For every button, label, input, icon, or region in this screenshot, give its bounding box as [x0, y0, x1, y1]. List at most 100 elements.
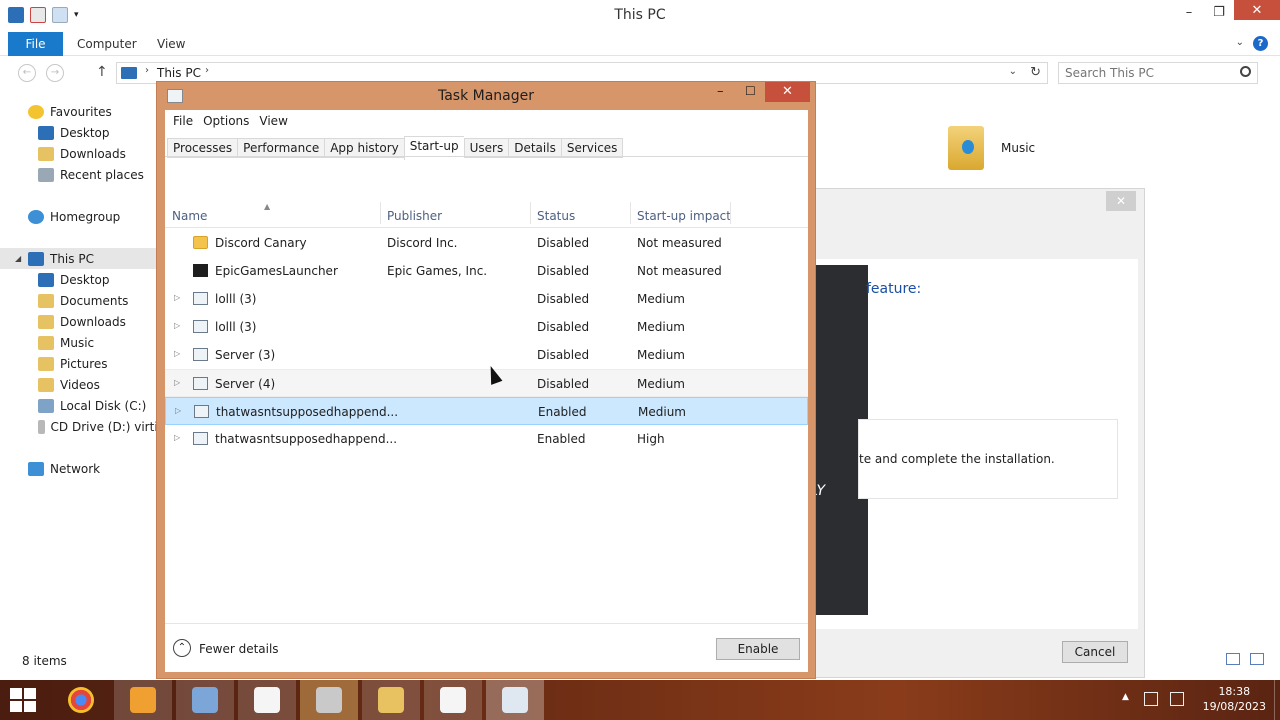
- show-hidden-icons-icon[interactable]: ▲: [1122, 692, 1129, 702]
- pictures-folder-icon: [38, 356, 54, 371]
- ribbon-tab-view[interactable]: View: [157, 37, 185, 51]
- expand-chevron-icon[interactable]: ▷: [175, 406, 181, 415]
- minimize-button[interactable]: –: [1174, 0, 1204, 24]
- explorer-title-bar: ▾ This PC – ❐ ✕: [0, 0, 1280, 31]
- large-icons-view-icon[interactable]: [1250, 653, 1264, 665]
- show-desktop-button[interactable]: [1274, 680, 1280, 720]
- enable-button[interactable]: Enable: [716, 638, 800, 660]
- nav-pc-local-disk[interactable]: Local Disk (C:): [0, 395, 165, 416]
- column-publisher[interactable]: Publisher: [387, 209, 442, 223]
- expand-chevron-icon[interactable]: ▷: [174, 321, 180, 330]
- volume-muted-icon[interactable]: [1170, 692, 1184, 706]
- ribbon-tab-computer[interactable]: Computer: [77, 37, 137, 51]
- breadcrumb-chevron-icon[interactable]: ›: [205, 65, 209, 76]
- taskbar-chrome[interactable]: [52, 680, 110, 720]
- taskbar-control-panel[interactable]: [176, 680, 234, 720]
- tm-menu-file[interactable]: File: [169, 110, 199, 132]
- column-name[interactable]: Name: [172, 209, 207, 223]
- tab-processes[interactable]: Processes: [167, 138, 238, 158]
- taskbar-installer[interactable]: [300, 680, 358, 720]
- table-row[interactable]: ▷ lolll (3) Disabled Medium: [165, 285, 808, 313]
- table-row[interactable]: ▷ thatwasntsupposedhappend... Enabled Hi…: [165, 425, 808, 453]
- collapse-triangle-icon[interactable]: ◢: [15, 254, 21, 263]
- installer-cancel-button[interactable]: Cancel: [1062, 641, 1128, 663]
- nav-fav-desktop[interactable]: Desktop: [0, 122, 165, 143]
- nav-pc-music[interactable]: Music: [0, 332, 165, 353]
- column-startup-impact[interactable]: Start-up impact: [637, 209, 731, 223]
- table-row[interactable]: ▷ lolll (3) Disabled Medium: [165, 313, 808, 341]
- maximize-button[interactable]: ❐: [1204, 0, 1234, 24]
- task-manager-window: Task Manager – ☐ ✕ File Options View Pro…: [156, 81, 816, 679]
- table-row[interactable]: EpicGamesLauncher Epic Games, Inc. Disab…: [165, 257, 808, 285]
- tab-services[interactable]: Services: [560, 138, 624, 158]
- start-button[interactable]: [10, 688, 38, 712]
- nav-fav-recent-places[interactable]: Recent places: [0, 164, 165, 185]
- discord-icon: [193, 236, 208, 249]
- taskbar-notepad-2[interactable]: [424, 680, 482, 720]
- nav-pc-documents[interactable]: Documents: [0, 290, 165, 311]
- expand-chevron-icon[interactable]: ▷: [174, 378, 180, 387]
- nav-pc-cd-drive[interactable]: CD Drive (D:) virtio: [0, 416, 165, 437]
- details-view-icon[interactable]: [1226, 653, 1240, 665]
- expand-chevron-icon[interactable]: ▷: [174, 433, 180, 442]
- tab-users[interactable]: Users: [463, 138, 509, 158]
- taskbar-task-manager[interactable]: [486, 680, 544, 720]
- search-icon[interactable]: [1240, 66, 1251, 77]
- up-button[interactable]: ↑: [96, 64, 108, 80]
- tab-details[interactable]: Details: [508, 138, 561, 158]
- network-icon[interactable]: [1144, 692, 1158, 706]
- breadcrumb-chevron-icon[interactable]: ›: [145, 65, 149, 76]
- taskbar-notepad[interactable]: [238, 680, 296, 720]
- search-box[interactable]: [1058, 62, 1258, 84]
- nav-pc-pictures[interactable]: Pictures: [0, 353, 165, 374]
- nav-pc-downloads[interactable]: Downloads: [0, 311, 165, 332]
- expand-ribbon-chevron-icon[interactable]: ⌄: [1236, 37, 1244, 48]
- nav-pc-desktop[interactable]: Desktop: [0, 269, 165, 290]
- nav-pc-videos[interactable]: Videos: [0, 374, 165, 395]
- table-row[interactable]: ▷ Server (3) Disabled Medium: [165, 341, 808, 369]
- column-divider[interactable]: [630, 202, 631, 224]
- refresh-icon[interactable]: ↻: [1030, 65, 1041, 80]
- close-button[interactable]: ✕: [1234, 0, 1280, 20]
- tab-app-history[interactable]: App history: [324, 138, 404, 158]
- tm-menu-options[interactable]: Options: [199, 110, 255, 132]
- installer-close-button[interactable]: ✕: [1106, 191, 1136, 211]
- fewer-details-link[interactable]: Fewer details: [199, 642, 279, 656]
- clock[interactable]: 18:38 19/08/2023: [1203, 684, 1266, 714]
- tm-minimize-button[interactable]: –: [717, 84, 724, 99]
- tab-performance[interactable]: Performance: [237, 138, 325, 158]
- breadcrumb-this-pc[interactable]: This PC: [157, 66, 201, 80]
- help-icon[interactable]: ?: [1253, 36, 1268, 51]
- nav-network[interactable]: Network: [0, 458, 165, 479]
- expand-chevron-icon[interactable]: ▷: [174, 293, 180, 302]
- nav-fav-downloads[interactable]: Downloads: [0, 143, 165, 164]
- forward-button[interactable]: →: [46, 64, 64, 82]
- tm-close-button[interactable]: ✕: [765, 82, 810, 102]
- column-divider[interactable]: [380, 202, 381, 224]
- task-manager-body: File Options View Processes Performance …: [165, 110, 808, 672]
- nav-this-pc[interactable]: ◢ This PC: [0, 248, 165, 269]
- expand-chevron-icon[interactable]: ▷: [174, 349, 180, 358]
- search-input[interactable]: [1065, 65, 1235, 81]
- document-icon: [254, 687, 280, 713]
- table-row[interactable]: Discord Canary Discord Inc. Disabled Not…: [165, 229, 808, 257]
- nav-homegroup[interactable]: Homegroup: [0, 206, 165, 227]
- nav-favourites[interactable]: Favourites: [0, 101, 165, 122]
- ribbon-tab-file[interactable]: File: [8, 32, 63, 56]
- app-window-icon: [193, 377, 208, 390]
- task-manager-title-bar[interactable]: Task Manager – ☐ ✕: [157, 82, 815, 110]
- music-folder-tile[interactable]: Music: [948, 126, 1035, 170]
- back-button[interactable]: ←: [18, 64, 36, 82]
- column-divider[interactable]: [530, 202, 531, 224]
- taskbar-file-explorer[interactable]: [362, 680, 420, 720]
- tray-icons: [1144, 692, 1184, 706]
- tm-menu-view[interactable]: View: [255, 110, 293, 132]
- taskbar-discord[interactable]: [114, 680, 172, 720]
- table-row[interactable]: ▷ thatwasntsupposedhappend... Enabled Me…: [165, 397, 808, 425]
- collapse-chevron-icon[interactable]: ⌃: [173, 639, 191, 657]
- tm-maximize-button[interactable]: ☐: [745, 84, 756, 98]
- column-status[interactable]: Status: [537, 209, 575, 223]
- column-divider[interactable]: [730, 202, 731, 224]
- installer-feature-heading: feature:: [866, 281, 922, 297]
- address-history-dropdown-icon[interactable]: ⌄: [1009, 66, 1017, 77]
